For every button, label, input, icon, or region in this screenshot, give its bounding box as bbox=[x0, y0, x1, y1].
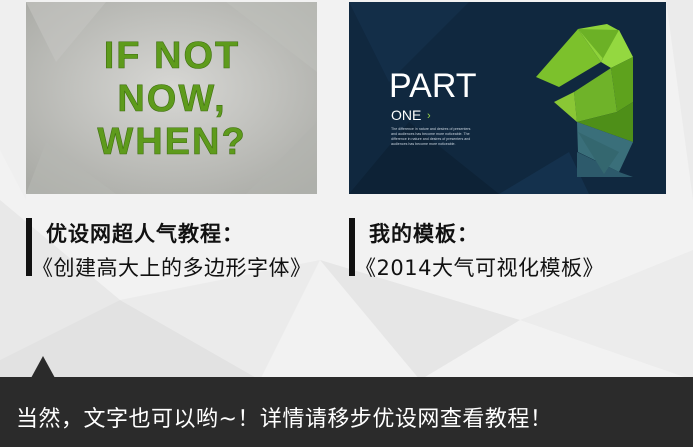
caption-right: 我的模板： 《2014大气可视化模板》 bbox=[349, 218, 669, 280]
thumbnail-visual-template[interactable]: PART ONE › The difference in nature and … bbox=[349, 2, 666, 194]
image-body-line: audiences has become more noticeable. bbox=[391, 142, 456, 146]
thumbnail-polygon-font[interactable]: IF NOT NOW, WHEN? bbox=[26, 2, 317, 194]
image-body-line: The difference in nature and desires of … bbox=[391, 127, 471, 131]
image-body-line: and audiences has become more noticeable… bbox=[391, 132, 470, 136]
image-line-1: IF NOT bbox=[104, 35, 241, 77]
caption-left: 优设网超人气教程： 《创建高大上的多边形字体》 bbox=[26, 218, 346, 280]
image-subtitle: ONE bbox=[391, 107, 421, 123]
image-body-line: difference in nature and desires of pres… bbox=[391, 137, 470, 141]
image-title: PART bbox=[389, 67, 477, 105]
info-banner: 当然，文字也可以哟~！详情请移步优设网查看教程！ bbox=[0, 377, 693, 447]
caption-subtitle[interactable]: 《2014大气可视化模板》 bbox=[355, 252, 604, 282]
caption-subtitle[interactable]: 《创建高大上的多边形字体》 bbox=[32, 252, 312, 282]
small-arrow-icon: › bbox=[427, 110, 431, 122]
image-line-3: WHEN? bbox=[97, 121, 246, 163]
caption-title: 我的模板： bbox=[369, 222, 479, 246]
caption-title: 优设网超人气教程： bbox=[46, 222, 244, 246]
banner-pointer bbox=[31, 356, 55, 378]
banner-text: 当然，文字也可以哟~！详情请移步优设网查看教程！ bbox=[16, 407, 553, 432]
image-line-2: NOW, bbox=[117, 78, 226, 120]
